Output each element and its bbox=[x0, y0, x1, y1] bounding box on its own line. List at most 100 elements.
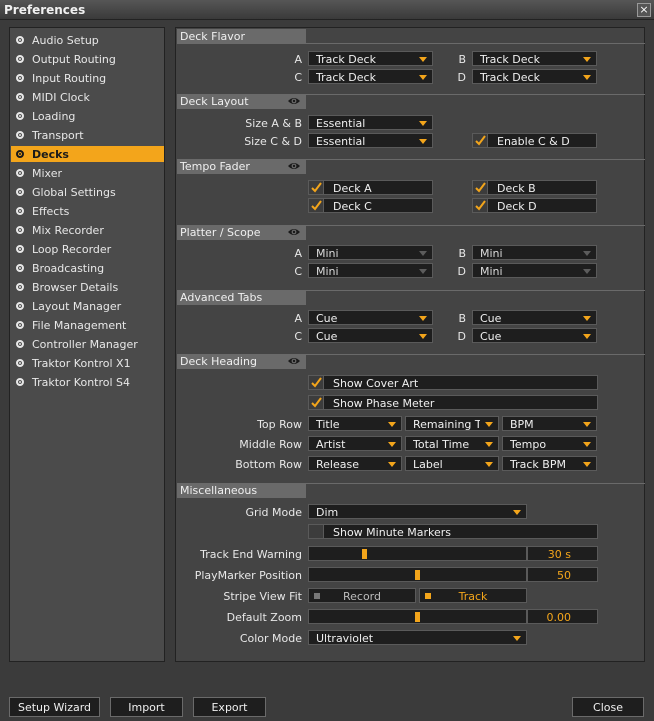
dropdown-value: Artist bbox=[316, 438, 346, 451]
playmarker-position-slider[interactable] bbox=[308, 567, 527, 582]
default-zoom-value[interactable]: 0.00 bbox=[527, 609, 598, 624]
radio-dot-icon bbox=[16, 74, 24, 82]
section-header-platter-scope: Platter / Scope bbox=[177, 225, 306, 240]
checkbox-label: Enable C & D bbox=[497, 135, 570, 148]
tempo-fader-deck-c-checkbox[interactable]: Deck C bbox=[308, 198, 433, 213]
sidebar-item-mix-recorder[interactable]: Mix Recorder bbox=[11, 222, 164, 238]
dropdown-value: Mini bbox=[316, 247, 339, 260]
deck-c-platter-dropdown[interactable]: Mini bbox=[308, 263, 433, 278]
slider-knob[interactable] bbox=[415, 570, 420, 580]
sidebar-item-mixer[interactable]: Mixer bbox=[11, 165, 164, 181]
sidebar-item-audio-setup[interactable]: Audio Setup bbox=[11, 32, 164, 48]
middle-row-field-3-dropdown[interactable]: Tempo bbox=[502, 436, 597, 451]
top-row-field-2-dropdown[interactable]: Remaining Time bbox=[405, 416, 499, 431]
sidebar-item-output-routing[interactable]: Output Routing bbox=[11, 51, 164, 67]
slider-knob[interactable] bbox=[415, 612, 420, 622]
show-minute-markers-checkbox[interactable]: Show Minute Markers bbox=[308, 524, 598, 539]
top-row-field-1-dropdown[interactable]: Title bbox=[308, 416, 402, 431]
size-cd-dropdown[interactable]: Essential bbox=[308, 133, 433, 148]
checkbox-box bbox=[473, 134, 488, 147]
sidebar-item-layout-manager[interactable]: Layout Manager bbox=[11, 298, 164, 314]
deck-d-tab-dropdown[interactable]: Cue bbox=[472, 328, 597, 343]
slider-knob[interactable] bbox=[362, 549, 367, 559]
show-cover-art-checkbox[interactable]: Show Cover Art bbox=[308, 375, 598, 390]
dropdown-value: Track Deck bbox=[316, 53, 376, 66]
setup-wizard-button[interactable]: Setup Wizard bbox=[9, 697, 100, 717]
show-phase-meter-checkbox[interactable]: Show Phase Meter bbox=[308, 395, 598, 410]
chevron-down-icon bbox=[419, 57, 427, 62]
deck-c-flavor-dropdown[interactable]: Track Deck bbox=[308, 69, 433, 84]
check-icon bbox=[311, 397, 322, 408]
deck-a-platter-dropdown[interactable]: Mini bbox=[308, 245, 433, 260]
tempo-fader-deck-a-checkbox[interactable]: Deck A bbox=[308, 180, 433, 195]
sidebar-item-global-settings[interactable]: Global Settings bbox=[11, 184, 164, 200]
stripe-record-option[interactable]: Record bbox=[308, 588, 416, 603]
sidebar-item-effects[interactable]: Effects bbox=[11, 203, 164, 219]
middle-row-field-2-dropdown[interactable]: Total Time bbox=[405, 436, 499, 451]
sidebar-item-label: Input Routing bbox=[32, 72, 107, 85]
deck-b-platter-dropdown[interactable]: Mini bbox=[472, 245, 597, 260]
deck-b-tab-dropdown[interactable]: Cue bbox=[472, 310, 597, 325]
sidebar-item-traktor-kontrol-s4[interactable]: Traktor Kontrol S4 bbox=[11, 374, 164, 390]
close-icon[interactable]: × bbox=[637, 3, 651, 17]
deck-b-flavor-dropdown[interactable]: Track Deck bbox=[472, 51, 597, 66]
import-button[interactable]: Import bbox=[110, 697, 183, 717]
bottom-row-field-3-dropdown[interactable]: Track BPM bbox=[502, 456, 597, 471]
default-zoom-slider[interactable] bbox=[308, 609, 527, 624]
bottom-row-field-1-dropdown[interactable]: Release bbox=[308, 456, 402, 471]
sidebar-item-traktor-kontrol-x1[interactable]: Traktor Kontrol X1 bbox=[11, 355, 164, 371]
deck-d-platter-dropdown[interactable]: Mini bbox=[472, 263, 597, 278]
dropdown-value: Remaining Time bbox=[413, 418, 480, 431]
middle-row-field-1-dropdown[interactable]: Artist bbox=[308, 436, 402, 451]
checkbox-label: Deck D bbox=[497, 200, 537, 213]
sidebar-item-midi-clock[interactable]: MIDI Clock bbox=[11, 89, 164, 105]
deck-c-tab-dropdown[interactable]: Cue bbox=[308, 328, 433, 343]
sidebar-item-file-management[interactable]: File Management bbox=[11, 317, 164, 333]
sidebar-item-loop-recorder[interactable]: Loop Recorder bbox=[11, 241, 164, 257]
checkbox-label: Deck A bbox=[333, 182, 372, 195]
deck-d-flavor-dropdown[interactable]: Track Deck bbox=[472, 69, 597, 84]
option-label: Record bbox=[342, 590, 381, 603]
chevron-down-icon bbox=[485, 442, 493, 447]
grid-mode-dropdown[interactable]: Dim bbox=[308, 504, 527, 519]
sidebar-item-transport[interactable]: Transport bbox=[11, 127, 164, 143]
color-mode-label: Color Mode bbox=[239, 632, 302, 645]
sidebar-item-loading[interactable]: Loading bbox=[11, 108, 164, 124]
deck-a-flavor-dropdown[interactable]: Track Deck bbox=[308, 51, 433, 66]
stripe-track-option[interactable]: Track bbox=[419, 588, 527, 603]
track-end-warning-slider[interactable] bbox=[308, 546, 527, 561]
bottom-row-field-2-dropdown[interactable]: Label bbox=[405, 456, 499, 471]
sidebar-item-controller-manager[interactable]: Controller Manager bbox=[11, 336, 164, 352]
eye-icon[interactable] bbox=[287, 226, 301, 238]
sidebar-item-input-routing[interactable]: Input Routing bbox=[11, 70, 164, 86]
sidebar-item-browser-details[interactable]: Browser Details bbox=[11, 279, 164, 295]
dropdown-value: Essential bbox=[316, 135, 366, 148]
track-end-warning-value[interactable]: 30 s bbox=[527, 546, 598, 561]
deck-d-label: D bbox=[457, 71, 466, 84]
check-icon bbox=[311, 182, 322, 193]
section-title: Deck Layout bbox=[180, 95, 249, 108]
size-ab-dropdown[interactable]: Essential bbox=[308, 115, 433, 130]
tempo-fader-deck-b-checkbox[interactable]: Deck B bbox=[472, 180, 597, 195]
eye-icon[interactable] bbox=[287, 355, 301, 367]
deck-a-tab-dropdown[interactable]: Cue bbox=[308, 310, 433, 325]
top-row-field-3-dropdown[interactable]: BPM bbox=[502, 416, 597, 431]
chevron-down-icon bbox=[583, 334, 591, 339]
playmarker-position-value[interactable]: 50 bbox=[527, 567, 598, 582]
color-mode-dropdown[interactable]: Ultraviolet bbox=[308, 630, 527, 645]
eye-icon[interactable] bbox=[287, 95, 301, 107]
sidebar-item-broadcasting[interactable]: Broadcasting bbox=[11, 260, 164, 276]
enable-cd-checkbox[interactable]: Enable C & D bbox=[472, 133, 597, 148]
dropdown-value: Cue bbox=[316, 312, 338, 325]
sidebar-item-decks[interactable]: Decks bbox=[11, 146, 164, 162]
check-icon bbox=[311, 377, 322, 388]
middle-row-label: Middle Row bbox=[239, 438, 302, 451]
export-button[interactable]: Export bbox=[193, 697, 266, 717]
radio-dot-icon bbox=[16, 245, 24, 253]
close-button[interactable]: Close bbox=[572, 697, 644, 717]
section-title: Tempo Fader bbox=[180, 160, 250, 173]
eye-icon[interactable] bbox=[287, 160, 301, 172]
section-header-miscellaneous: Miscellaneous bbox=[177, 483, 306, 498]
tempo-fader-deck-d-checkbox[interactable]: Deck D bbox=[472, 198, 597, 213]
radio-dot-icon bbox=[16, 131, 24, 139]
